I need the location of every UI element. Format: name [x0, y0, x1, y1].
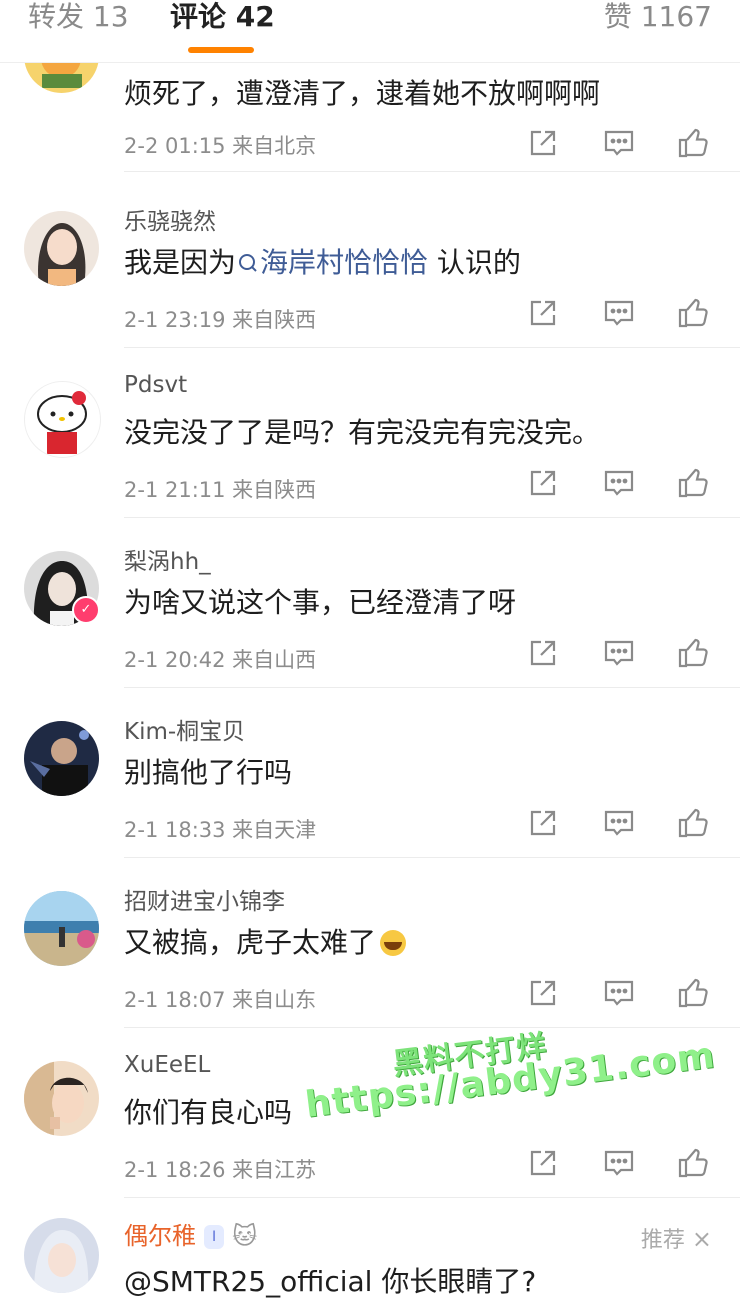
avatar[interactable] — [24, 891, 99, 966]
comment-item: 乐骁骁然 我是因为 海岸村恰恰恰 认识的 2-1 23:19 来自陕西 — [0, 178, 740, 348]
username-text: 偶尔稚 — [124, 1222, 196, 1250]
username[interactable]: 偶尔稚 I 🐱 — [124, 1216, 257, 1251]
username[interactable]: 梨涡hh_ — [124, 542, 211, 576]
share-icon[interactable] — [526, 636, 560, 670]
recommend-text: 推荐 — [640, 1228, 685, 1253]
comment-text: 别搞他了行吗 — [124, 756, 293, 789]
share-icon[interactable] — [526, 1146, 560, 1180]
verified-badge: ✓ — [72, 596, 100, 624]
recommend-label[interactable]: 推荐 × — [641, 1222, 712, 1254]
share-icon[interactable] — [526, 976, 560, 1010]
search-link-label: 海岸村恰恰恰 — [260, 246, 429, 279]
share-icon[interactable] — [526, 806, 560, 840]
comment-text: 又被搞，虎子太难了 — [124, 921, 407, 961]
comment-item: Pdsvt 没完没了了是吗？有完没完有完没完。 2-1 21:11 来自陕西 — [0, 348, 740, 518]
avatar[interactable] — [24, 1061, 99, 1136]
reply-icon[interactable] — [602, 296, 636, 330]
reply-icon[interactable] — [602, 1146, 636, 1180]
comment-item: 偶尔稚 I 🐱 推荐 × @SMTR25_official 你长眼睛了? — [0, 1198, 740, 1298]
comment-text: 你们有良心吗 — [124, 1096, 293, 1129]
active-tab-indicator — [188, 47, 254, 53]
comment-meta: 2-1 18:26 来自江苏 — [124, 1158, 317, 1182]
like-icon[interactable] — [676, 636, 710, 670]
comment-text-suffix: 认识的 — [428, 246, 521, 279]
cat-icon: 🐱 — [232, 1222, 258, 1250]
comment-item: 招财进宝小锦李 又被搞，虎子太难了 2-1 18:07 来自山东 — [0, 858, 740, 1028]
comment-text: @SMTR25_official 你长眼睛了? — [124, 1265, 537, 1298]
username[interactable]: Pdsvt — [124, 372, 187, 398]
tab-reposts[interactable]: 转发 13 — [28, 0, 129, 34]
avatar[interactable] — [24, 721, 99, 796]
comment-text-body: 又被搞，虎子太难了 — [124, 926, 377, 959]
tab-bar: 转发 13 评论 42 赞 1167 — [0, 0, 740, 63]
comment-meta: 2-1 18:33 来自天津 — [124, 818, 317, 842]
fan-badge: I — [204, 1225, 225, 1249]
reply-icon[interactable] — [602, 466, 636, 500]
comment-meta: 2-1 23:19 来自陕西 — [124, 308, 317, 332]
search-link[interactable]: 海岸村恰恰恰 — [236, 246, 428, 279]
reply-icon[interactable] — [602, 976, 636, 1010]
comment-meta: 2-1 21:11 来自陕西 — [124, 478, 317, 502]
username[interactable]: 乐骁骁然 — [124, 202, 216, 236]
share-icon[interactable] — [526, 296, 560, 330]
like-icon[interactable] — [676, 806, 710, 840]
comment-text: 我是因为 海岸村恰恰恰 认识的 — [124, 241, 521, 281]
like-icon[interactable] — [676, 466, 710, 500]
reply-icon[interactable] — [602, 636, 636, 670]
divider — [124, 171, 740, 172]
comment-text: 没完没了了是吗？有完没完有完没完。 — [124, 416, 601, 449]
laughing-tears-emoji-icon — [380, 930, 407, 956]
reply-icon[interactable] — [602, 806, 636, 840]
tab-likes[interactable]: 赞 1167 — [604, 0, 712, 34]
like-icon[interactable] — [676, 126, 710, 160]
share-icon[interactable] — [526, 466, 560, 500]
avatar[interactable] — [24, 211, 99, 286]
comment-meta: 2-1 18:07 来自山东 — [124, 988, 317, 1012]
like-icon[interactable] — [676, 976, 710, 1010]
search-icon — [239, 254, 257, 272]
close-icon[interactable]: × — [692, 1225, 712, 1253]
share-icon[interactable] — [526, 126, 560, 160]
comment-text: 烦死了，遭澄清了，逮着她不放啊啊啊 — [124, 77, 601, 110]
username[interactable]: 招财进宝小锦李 — [124, 882, 285, 916]
like-icon[interactable] — [676, 296, 710, 330]
comment-item: ✓ 梨涡hh_ 为啥又说这个事，已经澄清了呀 2-1 20:42 来自山西 — [0, 518, 740, 688]
comment-meta: 2-2 01:15 来自北京 — [124, 134, 317, 158]
reply-icon[interactable] — [602, 126, 636, 160]
comment-meta: 2-1 20:42 来自山西 — [124, 648, 317, 672]
avatar[interactable] — [24, 381, 101, 458]
comment-item: Kim-桐宝贝 别搞他了行吗 2-1 18:33 来自天津 — [0, 688, 740, 858]
avatar[interactable] — [24, 1218, 99, 1293]
comment-text: 为啥又说这个事，已经澄清了呀 — [124, 586, 517, 619]
tab-comments[interactable]: 评论 42 — [170, 0, 275, 34]
username[interactable]: Kim-桐宝贝 — [124, 712, 245, 746]
username[interactable]: XuEeEL — [124, 1052, 210, 1078]
comment-text-prefix: 我是因为 — [124, 246, 237, 279]
like-icon[interactable] — [676, 1146, 710, 1180]
